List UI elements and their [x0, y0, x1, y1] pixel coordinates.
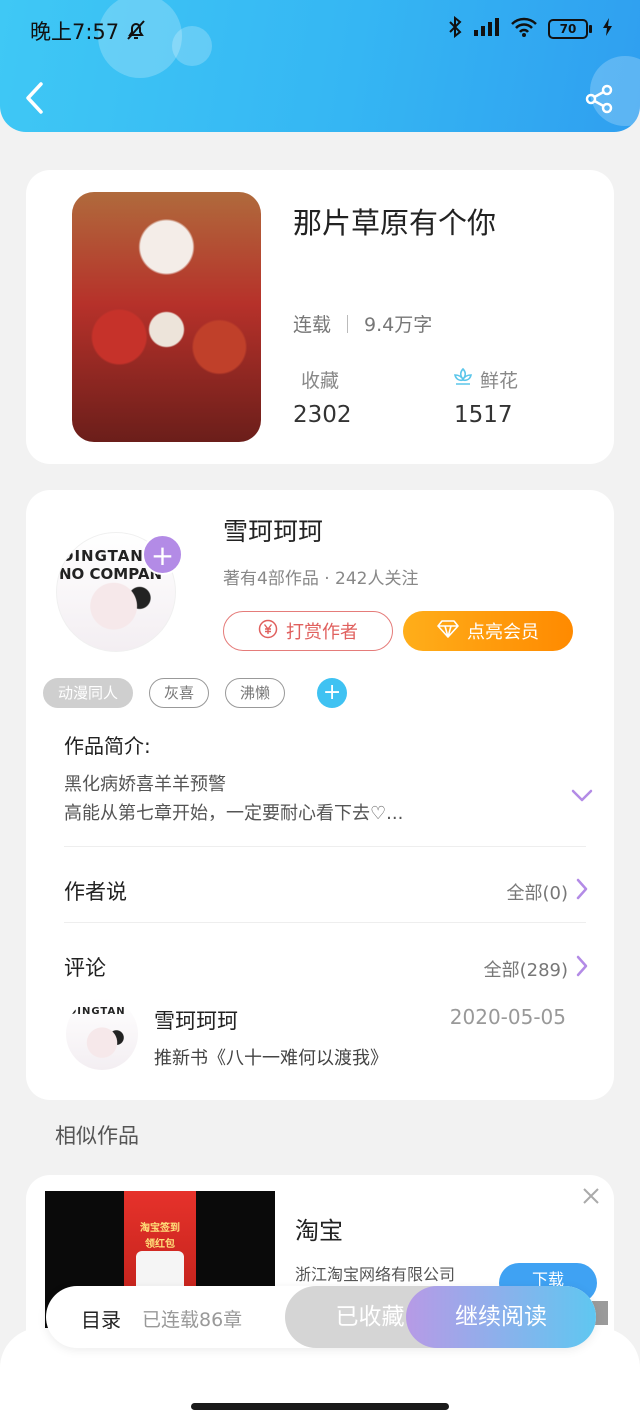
comments-link[interactable]: 全部(289) [484, 955, 588, 982]
mute-bell-icon [124, 18, 148, 46]
chevron-right-icon [576, 955, 588, 982]
book-title: 那片草原有个你 [293, 206, 497, 240]
flowers-label: 鲜花 [480, 370, 519, 392]
toc-button[interactable]: 目录 [81, 1304, 121, 1333]
wifi-icon [510, 16, 538, 42]
add-tag-button[interactable]: + [317, 678, 348, 708]
commenter-name[interactable]: 雪珂珂珂 [154, 1005, 238, 1035]
flowers-stat[interactable]: 鲜花 [452, 366, 518, 393]
yen-coin-icon [258, 619, 278, 644]
author-name[interactable]: 雪珂珂珂 [223, 512, 323, 548]
book-cover[interactable] [72, 192, 261, 442]
signal-icon [472, 16, 500, 42]
back-arrow-icon[interactable] [22, 80, 48, 120]
comments-count: 全部(289) [483, 959, 568, 981]
chapter-count: 已连载86章 [142, 1309, 243, 1331]
author-stats: 著有4部作品 · 242人关注 [223, 569, 419, 589]
vip-membership-button[interactable]: 点亮会员 [403, 611, 573, 651]
status-icons: 70 [448, 15, 614, 42]
share-icon[interactable] [584, 84, 614, 118]
tag-item[interactable]: 动漫同人 [43, 678, 134, 708]
flowers-count: 1517 [454, 402, 513, 428]
bluetooth-icon [448, 15, 462, 42]
flower-icon [452, 366, 474, 393]
book-meta: 连载 9.4万字 [293, 310, 432, 337]
commenter-avatar[interactable]: DINGTAN [66, 998, 138, 1070]
meta-divider [347, 314, 349, 333]
author-says-count: 全部(0) [506, 882, 569, 904]
avatar-lettering: DINGTAN [68, 1006, 126, 1017]
comment-text[interactable]: 推新书《八十一难何以渡我》 [154, 1044, 388, 1070]
continue-reading-button[interactable]: 继续阅读 [406, 1286, 596, 1348]
vip-label: 点亮会员 [467, 622, 539, 643]
favorites-label: 收藏 [301, 370, 340, 392]
comment-date: 2020-05-05 [449, 1005, 566, 1029]
book-detail-card: DINGTAN NO COMPAN + 雪珂珂珂 著有4部作品 · 242人关注… [26, 490, 614, 1100]
author-says-title: 作者说 [64, 880, 127, 904]
ad-poster-text: 领红包 [145, 1239, 175, 1250]
charging-icon [602, 17, 614, 41]
tag-list: 动漫同人 灰喜 沸懒 + [43, 678, 348, 708]
tag-item[interactable]: 沸懒 [225, 678, 286, 708]
comments-title: 评论 [64, 956, 106, 980]
tip-author-label: 打赏作者 [286, 622, 358, 643]
intro-text: 高能从第七章开始，一定要耐心看下去♡... [64, 803, 404, 824]
battery-level: 70 [559, 22, 577, 36]
ad-poster-text: 淘宝签到 [140, 1223, 180, 1234]
intro-text: 黑化病娇喜羊羊预警 [64, 774, 226, 795]
close-icon[interactable] [582, 1187, 600, 1209]
book-info-card: 那片草原有个你 连载 9.4万字 收藏 2302 鲜花 1517 [26, 170, 614, 464]
follow-author-button[interactable]: + [142, 534, 183, 575]
tag-item[interactable]: 灰喜 [149, 678, 210, 708]
divider [64, 922, 586, 923]
tip-author-button[interactable]: 打赏作者 [223, 611, 393, 651]
author-says-link[interactable]: 全部(0) [507, 878, 589, 905]
diamond-icon [437, 619, 459, 644]
divider [64, 846, 586, 847]
status-time: 晚上7:57 [30, 20, 120, 44]
ad-title: 淘宝 [295, 1217, 343, 1245]
bottom-action-bar: 目录 已连载86章 已收藏 继续阅读 [46, 1286, 596, 1348]
avatar-lettering: DINGTAN [61, 547, 144, 565]
similar-works-title: 相似作品 [55, 1124, 139, 1148]
chevron-down-icon[interactable] [570, 788, 594, 808]
favorites-count: 2302 [293, 402, 352, 428]
battery-icon: 70 [548, 19, 592, 39]
home-indicator[interactable] [191, 1403, 449, 1410]
serial-status: 连载 [293, 314, 332, 336]
word-count: 9.4万字 [364, 314, 433, 336]
ad-company: 浙江淘宝网络有限公司 [295, 1265, 456, 1284]
chevron-right-icon [576, 878, 588, 905]
decor-bubble [172, 26, 212, 66]
intro-heading: 作品简介: [64, 734, 151, 758]
top-header: 晚上7:57 70 [0, 0, 640, 132]
